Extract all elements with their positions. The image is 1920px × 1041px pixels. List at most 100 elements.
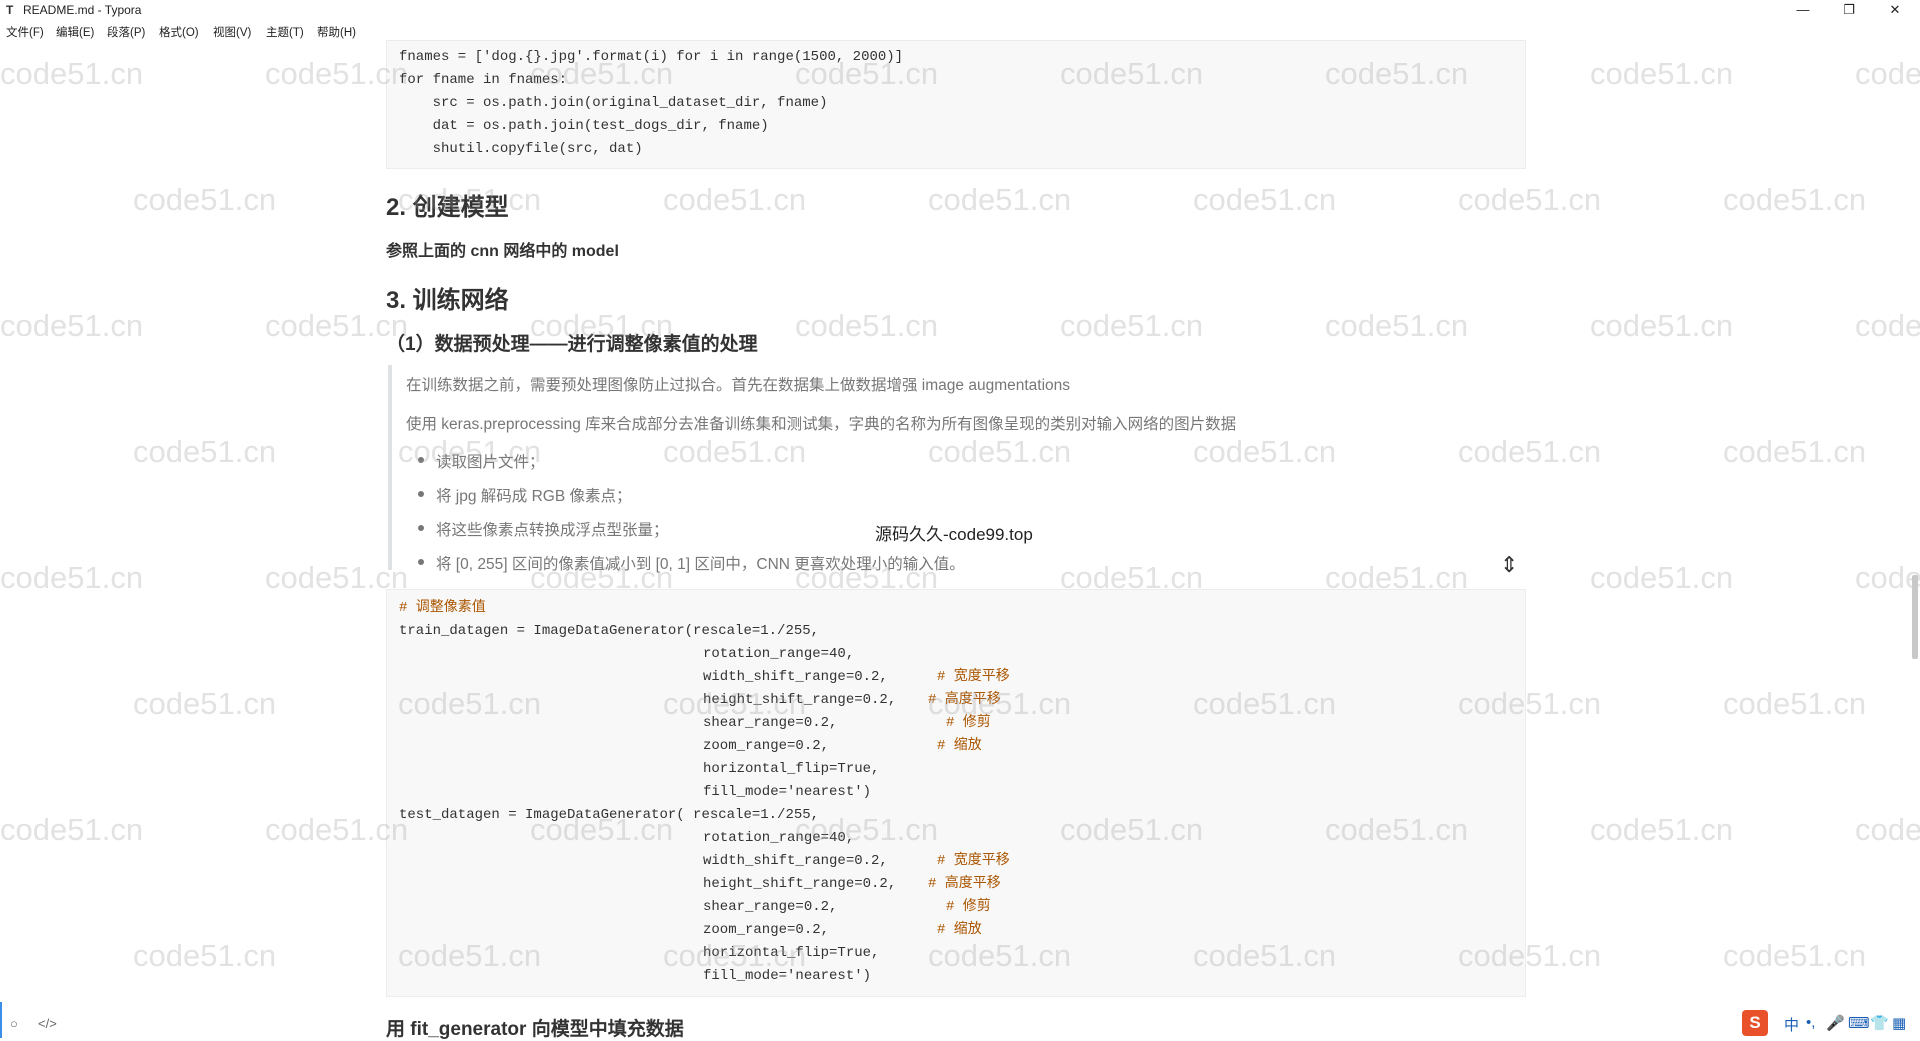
code-line: test_datagen = ImageDataGenerator( resca… [399,807,820,823]
watermark-text: code51.cn [1193,182,1337,217]
code-line: width_shift_range=0.2, [703,669,888,685]
watermark-text: code51.cn [1458,182,1602,217]
watermark-text: code51.cn [1855,308,1920,343]
code-comment: # 缩放 [937,738,982,754]
ime-keyboard-icon[interactable]: ⌨ [1848,1014,1870,1032]
list-item[interactable]: 读取图片文件； [436,450,545,472]
code-comment: # 修剪 [946,715,991,731]
heading-create-model[interactable]: 2. 创建模型 [386,187,509,222]
watermark-text: code51.cn [0,56,144,91]
code-line: horizontal_flip=True, [703,761,880,777]
bullet-icon [418,525,424,531]
quote-paragraph[interactable]: 使用 keras.preprocessing 库来合成部分去准备训练集和测试集，… [406,412,1236,434]
heading-preprocessing[interactable]: （1）数据预处理——进行调整像素值的处理 [386,329,758,356]
code-comment: # 宽度平移 [937,669,1010,685]
bullet-icon [418,491,424,497]
code-line: width_shift_range=0.2, [703,853,888,869]
menu-paragraph[interactable]: 段落(P) [107,24,145,40]
watermark-text: code51.cn [1590,812,1734,847]
menu-file[interactable]: 文件(F) [6,24,44,40]
watermark-text: code51.cn [1590,56,1734,91]
typora-app-icon: T [6,3,14,17]
watermark-text: code51.cn [1723,686,1867,721]
watermark-text: code51.cn [133,434,277,469]
ime-chinese-mode[interactable]: 中 [1784,1014,1799,1035]
code-comment: # 高度平移 [928,876,1001,892]
watermark-text: code51.cn [133,938,277,973]
watermark-text: code51.cn [1723,434,1867,469]
code-line: zoom_range=0.2, [703,738,830,754]
vertical-scrollbar-thumb[interactable] [1912,575,1918,659]
watermark-text: code51.cn [1723,938,1867,973]
ime-toolbox-icon[interactable]: ▦ [1892,1014,1906,1032]
heading-train-network[interactable]: 3. 训练网络 [386,280,509,315]
watermark-text: code51.cn [1855,812,1920,847]
code-comment: # 高度平移 [928,692,1001,708]
watermark-text: code51.cn [928,434,1072,469]
sogou-ime-logo-icon[interactable]: S [1742,1010,1768,1036]
code-comment: # 缩放 [937,922,982,938]
bullet-icon [418,559,424,565]
code-line: rotation_range=40, [703,646,855,662]
code-line: fill_mode='nearest') [703,784,872,800]
code-comment: # 修剪 [946,899,991,915]
menu-theme[interactable]: 主题(T) [266,24,304,40]
list-item[interactable]: 将这些像素点转换成浮点型张量； [436,518,669,540]
code-line: shear_range=0.2, [703,899,838,915]
watermark-text: code51.cn [0,560,144,595]
ime-voice-icon[interactable]: 🎤 [1826,1014,1845,1032]
code-line: height_shift_range=0.2, [703,876,897,892]
watermark-text: code51.cn [133,182,277,217]
code-line: rotation_range=40, [703,830,855,846]
watermark-text: code51.cn [1590,308,1734,343]
code-line: height_shift_range=0.2, [703,692,897,708]
code-line: for fname in fnames: [399,72,568,88]
code-line: fnames = ['dog.{}.jpg'.format(i) for i i… [399,49,904,65]
code-line: shutil.copyfile(src, dat) [399,141,643,157]
bullet-icon [418,457,424,463]
watermark-text: code51.cn [1325,308,1469,343]
code-line: fill_mode='nearest') [703,968,872,984]
source-code-mode-icon[interactable]: </> [38,1016,57,1031]
quote-paragraph[interactable]: 在训练数据之前，需要预处理图像防止过拟合。首先在数据集上做数据增强 image … [406,373,1070,395]
watermark-text: code51.cn [0,812,144,847]
menu-format[interactable]: 格式(O) [159,24,199,40]
watermark-text: code51.cn [795,308,939,343]
status-accent-line [0,1002,2,1038]
watermark-text: code51.cn [133,686,277,721]
minimize-button[interactable]: — [1780,0,1826,20]
watermark-text: code51.cn [1193,434,1337,469]
overlay-watermark-text: 源码久久-code99.top [875,525,1033,544]
watermark-text: code51.cn [663,182,807,217]
ime-skin-icon[interactable]: 👕 [1870,1014,1889,1032]
code-line: train_datagen = ImageDataGenerator(resca… [399,623,820,639]
watermark-text: code51.cn [1060,308,1204,343]
watermark-text: code51.cn [663,434,807,469]
list-item[interactable]: 将 jpg 解码成 RGB 像素点； [436,484,632,506]
code-block-copy-files[interactable]: fnames = ['dog.{}.jpg'.format(i) for i i… [386,40,1526,169]
ime-punctuation-icon[interactable]: •, [1806,1014,1815,1031]
menu-view[interactable]: 视图(V) [213,24,251,40]
blockquote-bar [388,365,392,570]
watermark-text: code51.cn [0,308,144,343]
watermark-text: code51.cn [1458,434,1602,469]
code-block-datagen[interactable]: # 调整像素值 train_datagen = ImageDataGenerat… [386,589,1526,997]
heading-fit-generator[interactable]: 用 fit_generator 向模型中填充数据 [386,1014,684,1041]
restore-button[interactable]: ❐ [1826,0,1872,20]
outline-toggle-icon[interactable]: ○ [10,1016,18,1031]
code-comment: # 宽度平移 [937,853,1010,869]
code-comment: # 调整像素值 [399,600,486,616]
text-cursor-icon: ⇕ [1500,552,1519,577]
code-line: shear_range=0.2, [703,715,838,731]
code-line: dat = os.path.join(test_dogs_dir, fname) [399,118,769,134]
watermark-text: code51.cn [1855,56,1920,91]
close-button[interactable]: ✕ [1872,0,1918,20]
paragraph-model-reference[interactable]: 参照上面的 cnn 网络中的 model [386,237,619,261]
menu-help[interactable]: 帮助(H) [317,24,356,40]
code-line: src = os.path.join(original_dataset_dir,… [399,95,828,111]
list-item[interactable]: 将 [0, 255] 区间的像素值减小到 [0, 1] 区间中，CNN 更喜欢处… [436,552,965,574]
watermark-text: code51.cn [1590,560,1734,595]
window-title: README.md - Typora [23,3,142,17]
menu-edit[interactable]: 编辑(E) [56,24,94,40]
watermark-text: code51.cn [1723,182,1867,217]
